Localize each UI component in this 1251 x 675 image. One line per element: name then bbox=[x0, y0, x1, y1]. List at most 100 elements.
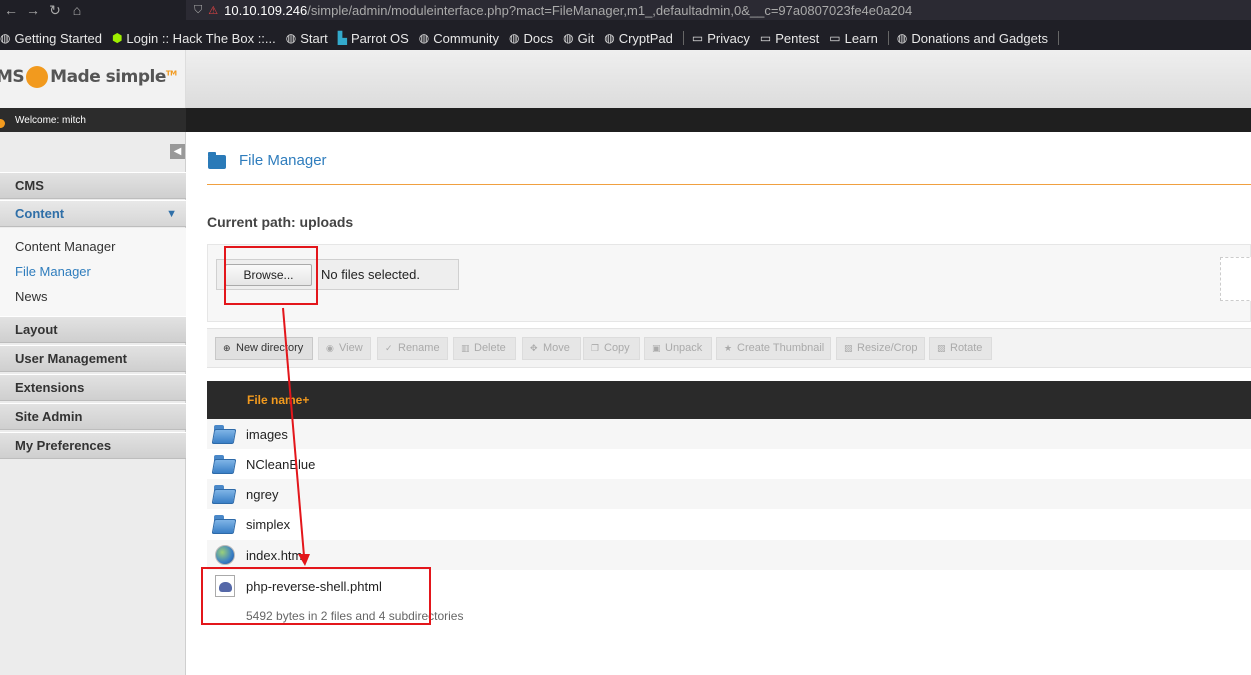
insecure-lock-icon: ⚠ bbox=[208, 4, 219, 17]
file-name[interactable]: NCleanBlue bbox=[246, 457, 315, 472]
bookmark-separator bbox=[1057, 31, 1059, 45]
copy-button[interactable]: ❐ Copy bbox=[583, 337, 640, 360]
file-row[interactable]: simplex bbox=[207, 509, 1251, 539]
page-title: File Manager bbox=[239, 152, 327, 169]
welcome-bar-right bbox=[186, 108, 1251, 132]
bookmark-docs[interactable]: ◍ Docs bbox=[509, 31, 553, 46]
folder-icon bbox=[211, 425, 237, 445]
rotate-button[interactable]: ▨ Rotate bbox=[929, 337, 992, 360]
bookmark-git[interactable]: ◍ Git bbox=[563, 31, 594, 46]
sidebar-section-extensions[interactable]: Extensions bbox=[0, 374, 186, 401]
forward-arrow-icon[interactable]: → bbox=[22, 2, 44, 18]
title-divider bbox=[207, 184, 1251, 185]
sidebar-section-cms[interactable]: CMS bbox=[0, 172, 186, 199]
trash-icon: ▥ bbox=[461, 343, 470, 353]
url-path: /simple/admin/moduleinterface.php?mact=F… bbox=[307, 2, 913, 18]
file-row[interactable]: ngrey bbox=[207, 479, 1251, 509]
view-button[interactable]: ◉ View bbox=[318, 337, 371, 360]
resize-crop-button[interactable]: ▨ Resize/Crop bbox=[836, 337, 925, 360]
globe-icon: ◍ bbox=[418, 31, 430, 45]
welcome-bar: Welcome: mitch bbox=[0, 108, 1251, 132]
globe-icon: ◍ bbox=[896, 31, 908, 45]
folder-icon bbox=[211, 485, 237, 505]
reload-icon[interactable]: ↻ bbox=[44, 2, 66, 19]
globe-icon: ◍ bbox=[0, 31, 11, 45]
browser-toolbar: ← → ↻ ⌂ ⛉ ⚠ 10.10.109.246/simple/admin/m… bbox=[0, 0, 1251, 20]
no-files-text: No files selected. bbox=[321, 267, 420, 282]
unpack-icon: ▣ bbox=[652, 343, 661, 353]
collapse-sidebar-icon[interactable]: ◀ bbox=[170, 144, 185, 159]
globe-icon: ◍ bbox=[285, 31, 297, 45]
file-row[interactable]: images bbox=[207, 419, 1251, 449]
file-name[interactable]: simplex bbox=[246, 517, 290, 532]
globe-icon: ◍ bbox=[604, 31, 615, 45]
bookmark-separator bbox=[887, 31, 889, 45]
move-icon: ✥ bbox=[530, 343, 538, 353]
folder-icon bbox=[211, 455, 237, 475]
folder-icon bbox=[211, 515, 237, 535]
chevron-down-icon: ▼ bbox=[166, 208, 177, 220]
file-name[interactable]: images bbox=[246, 427, 288, 442]
shield-icon: ⛉ bbox=[194, 3, 203, 16]
globe-icon: ◍ bbox=[508, 31, 520, 45]
new-directory-button[interactable]: ⊕ New directory bbox=[215, 337, 313, 360]
welcome-text: Welcome: mitch bbox=[15, 115, 86, 126]
folder-icon: ▭ bbox=[829, 31, 841, 45]
bookmark-separator bbox=[682, 31, 684, 45]
globe-icon: ◍ bbox=[563, 31, 574, 45]
bookmarks-bar: ◍ Getting Started ⬢ Login :: Hack The Box … bbox=[0, 26, 1251, 50]
annotation-box-browse bbox=[224, 246, 318, 305]
html-file-icon bbox=[215, 545, 235, 565]
current-path: Current path: uploads bbox=[207, 214, 354, 230]
sidebar-section-content[interactable]: Content ▼ bbox=[0, 200, 186, 227]
file-row[interactable]: index.html bbox=[207, 540, 1251, 570]
sidebar-section-user-management[interactable]: User Management bbox=[0, 345, 186, 372]
sidebar-item-news[interactable]: News bbox=[15, 289, 48, 304]
plus-circle-icon: ⊕ bbox=[223, 343, 231, 353]
image-icon: ▨ bbox=[844, 343, 853, 353]
home-icon[interactable]: ⌂ bbox=[66, 2, 88, 18]
sidebar-section-layout[interactable]: Layout bbox=[0, 316, 186, 343]
move-button[interactable]: ✥ Move bbox=[522, 337, 581, 360]
file-list-header: File name+ bbox=[207, 381, 1251, 419]
folder-icon bbox=[208, 152, 226, 169]
back-arrow-icon[interactable]: ← bbox=[0, 2, 22, 18]
url-host: 10.10.109.246 bbox=[224, 2, 308, 18]
bookmark-folder-learn[interactable]: ▭ Learn bbox=[829, 31, 878, 46]
bookmark-folder-pentest[interactable]: ▭ Pentest bbox=[760, 31, 819, 46]
bookmark-folder-privacy[interactable]: ▭ Privacy bbox=[692, 31, 750, 46]
file-name[interactable]: index.html bbox=[246, 548, 305, 563]
rename-button[interactable]: ✓ Rename bbox=[377, 337, 448, 360]
file-row[interactable]: NCleanBlue bbox=[207, 449, 1251, 479]
upload-area: Browse... No files selected. bbox=[207, 244, 1251, 322]
folder-icon: ▭ bbox=[691, 31, 704, 45]
file-toolbar: ⊕ New directory ◉ View ✓ Rename ▥ Delete ✥ Mo… bbox=[207, 328, 1251, 368]
create-thumbnail-button[interactable]: ★ Create Thumbnail bbox=[716, 337, 831, 360]
rotate-icon: ▨ bbox=[937, 343, 946, 353]
bookmark-getting-started[interactable]: ◍ Getting Started bbox=[0, 31, 102, 46]
bookmark-donations[interactable]: ◍ Donations and Gadgets bbox=[897, 31, 1048, 46]
delete-button[interactable]: ▥ Delete bbox=[453, 337, 516, 360]
unpack-button[interactable]: ▣ Unpack bbox=[644, 337, 712, 360]
sidebar-item-file-manager[interactable]: File Manager bbox=[15, 264, 91, 279]
star-icon: ★ bbox=[724, 343, 733, 353]
bookmark-parrot-os[interactable]: ▙ Parrot OS bbox=[338, 31, 409, 46]
htb-cube-icon: ⬢ bbox=[111, 31, 123, 45]
sidebar-section-site-admin[interactable]: Site Admin bbox=[0, 403, 186, 430]
file-name[interactable]: ngrey bbox=[246, 487, 279, 502]
bookmark-hackthebox[interactable]: ⬢ Login :: Hack The Box ::... bbox=[112, 31, 276, 46]
cms-logo[interactable]: MS Made simpleTM bbox=[0, 66, 177, 88]
sidebar: ◀ CMS Content ▼ Content Manager File Mana… bbox=[0, 132, 186, 675]
bookmark-start[interactable]: ◍ Start bbox=[286, 31, 328, 46]
sun-logo-icon bbox=[26, 66, 49, 88]
drop-zone[interactable] bbox=[1220, 257, 1251, 301]
sidebar-section-my-preferences[interactable]: My Preferences bbox=[0, 432, 186, 459]
sidebar-item-content-manager[interactable]: Content Manager bbox=[15, 239, 115, 254]
url-bar[interactable]: ⛉ ⚠ 10.10.109.246/simple/admin/moduleint… bbox=[186, 0, 1251, 20]
copy-icon: ❐ bbox=[591, 343, 600, 353]
parrot-icon: ▙ bbox=[337, 31, 347, 45]
bookmark-community[interactable]: ◍ Community bbox=[419, 31, 499, 46]
column-file-name[interactable]: File name+ bbox=[247, 393, 309, 407]
bookmark-cryptpad[interactable]: ◍ CryptPad bbox=[604, 31, 673, 46]
user-status-icon bbox=[0, 119, 5, 128]
